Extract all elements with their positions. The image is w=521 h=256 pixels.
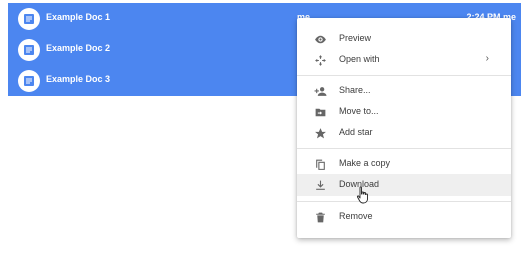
menu-divider	[297, 148, 511, 149]
menu-item-label: Move to...	[339, 106, 379, 116]
menu-item-label: Preview	[339, 33, 372, 43]
context-menu: Preview Open with › Share... Move to... …	[297, 18, 511, 238]
menu-item-download[interactable]: Download	[297, 174, 511, 196]
menu-item-preview[interactable]: Preview	[297, 28, 511, 50]
menu-item-add-star[interactable]: Add star	[297, 122, 511, 144]
menu-item-move-to[interactable]: Move to...	[297, 101, 511, 123]
menu-divider	[297, 75, 511, 76]
menu-divider	[297, 201, 511, 202]
menu-item-label: Share...	[339, 85, 371, 95]
folder-move-icon	[314, 106, 327, 119]
trash-icon	[314, 211, 327, 224]
google-docs-icon	[18, 39, 40, 61]
google-docs-icon	[18, 8, 40, 30]
file-name: Example Doc 1	[46, 12, 111, 22]
menu-item-make-a-copy[interactable]: Make a copy	[297, 153, 511, 175]
google-docs-icon	[18, 70, 40, 92]
copy-icon	[314, 158, 327, 171]
add-person-icon	[314, 85, 327, 98]
download-icon	[314, 179, 327, 192]
eye-icon	[314, 33, 327, 46]
move-arrows-icon	[314, 54, 327, 67]
menu-item-label: Open with	[339, 54, 380, 64]
star-icon	[314, 127, 327, 140]
menu-item-share[interactable]: Share...	[297, 80, 511, 102]
chevron-right-icon: ›	[485, 53, 489, 64]
menu-item-remove[interactable]: Remove	[297, 206, 511, 228]
menu-item-label: Make a copy	[339, 158, 391, 168]
file-name: Example Doc 3	[46, 74, 111, 84]
menu-item-open-with[interactable]: Open with ›	[297, 49, 511, 71]
file-name: Example Doc 2	[46, 43, 111, 53]
menu-item-label: Add star	[339, 127, 373, 137]
menu-item-label: Remove	[339, 211, 373, 221]
hand-pointer-cursor-icon	[356, 186, 370, 204]
